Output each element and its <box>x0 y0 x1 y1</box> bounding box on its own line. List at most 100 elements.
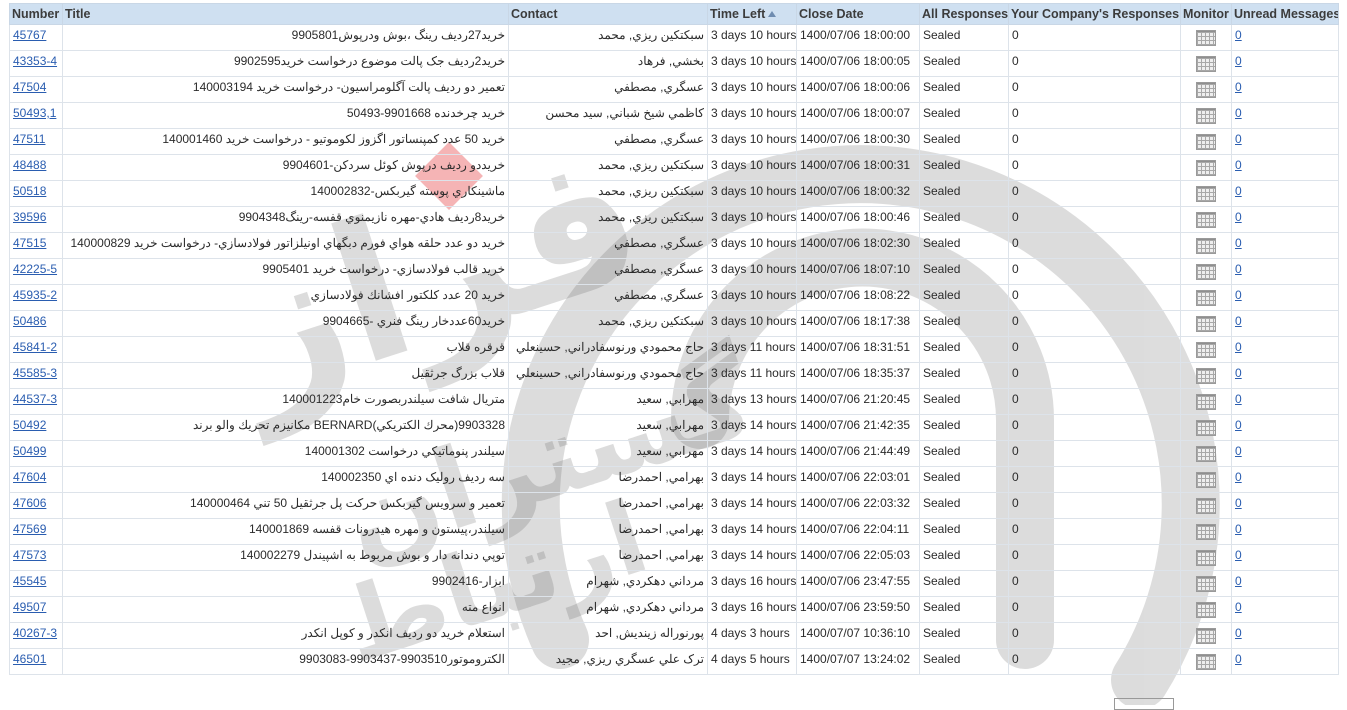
monitor-grid-icon[interactable] <box>1196 394 1216 410</box>
negotiation-number-link[interactable]: 49507 <box>13 600 46 614</box>
negotiation-number-link[interactable]: 50499 <box>13 444 46 458</box>
negotiation-number-link[interactable]: 45585-3 <box>13 366 57 380</box>
unread-messages-link[interactable]: 0 <box>1235 470 1242 484</box>
negotiation-number-link[interactable]: 50486 <box>13 314 46 328</box>
negotiation-number-link[interactable]: 47604 <box>13 470 46 484</box>
close-date: 1400/07/06 18:31:51 <box>796 336 920 363</box>
time-left: 3 days 14 hours <box>707 492 797 519</box>
table-row: 46501 الكتروموتور9903510-9903437-9903083 ت… <box>9 648 1339 675</box>
unread-messages-link[interactable]: 0 <box>1235 574 1242 588</box>
monitor-grid-icon[interactable] <box>1196 628 1216 644</box>
column-header-all-responses[interactable]: All Responses <box>919 3 1009 25</box>
monitor-grid-icon[interactable] <box>1196 654 1216 670</box>
unread-messages: 0 <box>1231 544 1339 571</box>
negotiation-number-link[interactable]: 50493,1 <box>13 106 56 120</box>
unread-messages-link[interactable]: 0 <box>1235 184 1242 198</box>
column-header-monitor: Monitor <box>1180 3 1232 25</box>
time-left: 3 days 10 hours <box>707 102 797 129</box>
negotiation-number: 45767 <box>9 24 63 51</box>
column-header-contact[interactable]: Contact <box>508 3 708 25</box>
monitor-grid-icon[interactable] <box>1196 368 1216 384</box>
monitor-grid-icon[interactable] <box>1196 238 1216 254</box>
monitor-grid-icon[interactable] <box>1196 186 1216 202</box>
close-date: 1400/07/06 21:20:45 <box>796 388 920 415</box>
monitor-grid-icon[interactable] <box>1196 472 1216 488</box>
unread-messages-link[interactable]: 0 <box>1235 314 1242 328</box>
monitor-grid-icon[interactable] <box>1196 316 1216 332</box>
monitor-cell <box>1180 50 1232 77</box>
unread-messages-link[interactable]: 0 <box>1235 106 1242 120</box>
negotiation-number-link[interactable]: 45935-2 <box>13 288 57 302</box>
unread-messages-link[interactable]: 0 <box>1235 392 1242 406</box>
monitor-grid-icon[interactable] <box>1196 30 1216 46</box>
monitor-grid-icon[interactable] <box>1196 498 1216 514</box>
negotiation-number-link[interactable]: 40267-3 <box>13 626 57 640</box>
unread-messages-link[interactable]: 0 <box>1235 600 1242 614</box>
negotiation-number-link[interactable]: 42225-5 <box>13 262 57 276</box>
monitor-grid-icon[interactable] <box>1196 550 1216 566</box>
negotiation-number-link[interactable]: 47606 <box>13 496 46 510</box>
negotiation-number-link[interactable]: 47573 <box>13 548 46 562</box>
negotiation-number-link[interactable]: 50492 <box>13 418 46 432</box>
unread-messages: 0 <box>1231 648 1339 675</box>
negotiation-number-link[interactable]: 46501 <box>13 652 46 666</box>
monitor-grid-icon[interactable] <box>1196 134 1216 150</box>
monitor-grid-icon[interactable] <box>1196 342 1216 358</box>
monitor-grid-icon[interactable] <box>1196 108 1216 124</box>
unread-messages-link[interactable]: 0 <box>1235 262 1242 276</box>
unread-messages-link[interactable]: 0 <box>1235 132 1242 146</box>
monitor-grid-icon[interactable] <box>1196 576 1216 592</box>
column-header-number[interactable]: Number <box>9 3 63 25</box>
unread-messages-link[interactable]: 0 <box>1235 496 1242 510</box>
monitor-grid-icon[interactable] <box>1196 264 1216 280</box>
contact-name: عسگري, مصطفي <box>508 284 708 311</box>
unread-messages-link[interactable]: 0 <box>1235 28 1242 42</box>
unread-messages-link[interactable]: 0 <box>1235 236 1242 250</box>
negotiation-number-link[interactable]: 47515 <box>13 236 46 250</box>
negotiation-number-link[interactable]: 39596 <box>13 210 46 224</box>
unread-messages-link[interactable]: 0 <box>1235 548 1242 562</box>
monitor-grid-icon[interactable] <box>1196 212 1216 228</box>
monitor-grid-icon[interactable] <box>1196 290 1216 306</box>
column-header-unread-messages[interactable]: Unread Messages <box>1231 3 1339 25</box>
monitor-grid-icon[interactable] <box>1196 524 1216 540</box>
unread-messages-link[interactable]: 0 <box>1235 444 1242 458</box>
unread-messages-link[interactable]: 0 <box>1235 522 1242 536</box>
unread-messages-link[interactable]: 0 <box>1235 652 1242 666</box>
column-header-close-date[interactable]: Close Date <box>796 3 920 25</box>
negotiation-number-link[interactable]: 43353-4 <box>13 54 57 68</box>
monitor-grid-icon[interactable] <box>1196 56 1216 72</box>
unread-messages-link[interactable]: 0 <box>1235 366 1242 380</box>
time-left: 3 days 10 hours <box>707 24 797 51</box>
unread-messages-link[interactable]: 0 <box>1235 158 1242 172</box>
negotiation-number-link[interactable]: 47511 <box>13 132 45 146</box>
unread-messages-link[interactable]: 0 <box>1235 210 1242 224</box>
unread-messages: 0 <box>1231 206 1339 233</box>
negotiation-number-link[interactable]: 45767 <box>13 28 46 42</box>
unread-messages-link[interactable]: 0 <box>1235 54 1242 68</box>
negotiation-number-link[interactable]: 47569 <box>13 522 46 536</box>
negotiation-number-link[interactable]: 47504 <box>13 80 46 94</box>
negotiation-number-link[interactable]: 48488 <box>13 158 46 172</box>
all-responses: Sealed <box>919 466 1009 493</box>
unread-messages-link[interactable]: 0 <box>1235 340 1242 354</box>
monitor-grid-icon[interactable] <box>1196 446 1216 462</box>
table-row: 49507 انواع مته مرداني دهكردي, شهرام 3 days… <box>9 596 1339 623</box>
unread-messages-link[interactable]: 0 <box>1235 626 1242 640</box>
negotiation-number-link[interactable]: 45545 <box>13 574 46 588</box>
unread-messages: 0 <box>1231 596 1339 623</box>
monitor-grid-icon[interactable] <box>1196 420 1216 436</box>
monitor-grid-icon[interactable] <box>1196 82 1216 98</box>
unread-messages-link[interactable]: 0 <box>1235 288 1242 302</box>
column-header-title[interactable]: Title <box>62 3 509 25</box>
negotiation-number-link[interactable]: 44537-3 <box>13 392 57 406</box>
negotiation-number-link[interactable]: 45841-2 <box>13 340 57 354</box>
pagination-select[interactable] <box>1114 698 1174 710</box>
monitor-grid-icon[interactable] <box>1196 160 1216 176</box>
column-header-time-left[interactable]: Time Left <box>707 3 797 25</box>
unread-messages-link[interactable]: 0 <box>1235 80 1242 94</box>
unread-messages-link[interactable]: 0 <box>1235 418 1242 432</box>
column-header-company-responses[interactable]: Your Company's Responses <box>1008 3 1181 25</box>
monitor-grid-icon[interactable] <box>1196 602 1216 618</box>
negotiation-number-link[interactable]: 50518 <box>13 184 46 198</box>
